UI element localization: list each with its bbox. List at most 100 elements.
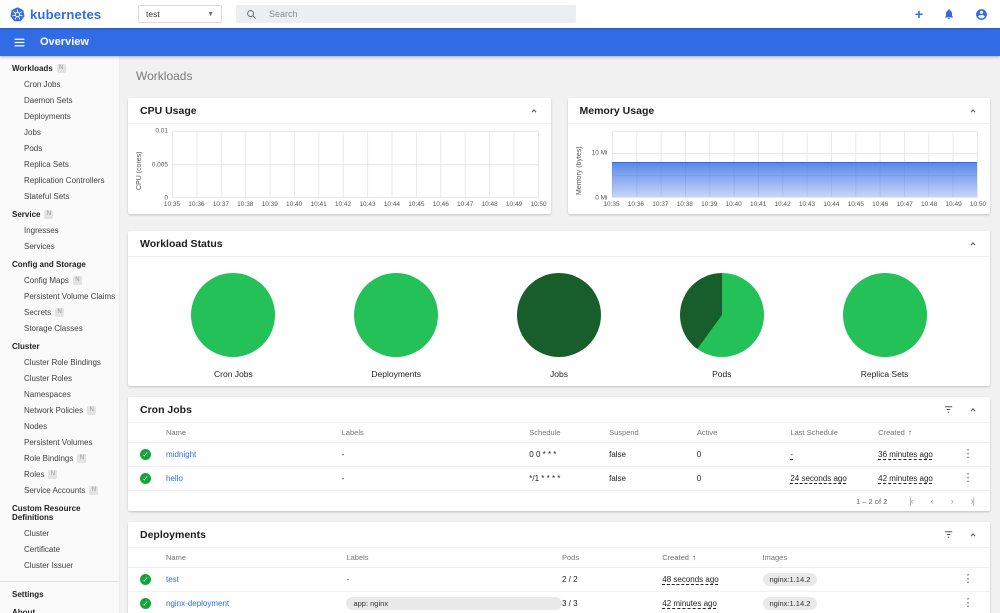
cron-job-active: 0	[696, 474, 702, 483]
x-axis-tick: 10:46	[872, 201, 889, 208]
status-ok-icon: ✓	[140, 473, 151, 484]
column-header-created[interactable]: Created ↑	[662, 553, 762, 562]
collapse-button[interactable]	[529, 106, 539, 116]
notifications-bell-button[interactable]	[943, 8, 955, 20]
x-axis-tick: 10:38	[676, 201, 693, 208]
column-header-labels[interactable]: Labels	[342, 428, 530, 437]
first-page-button[interactable]: |‹	[909, 496, 913, 506]
new-items-badge: N	[77, 454, 87, 463]
workload-status-cron-jobs: Cron Jobs	[152, 265, 315, 382]
deployments-table: Name Labels Pods Created ↑ Images ✓ test - 2 / 2 4…	[128, 548, 990, 613]
sidebar-item-settings[interactable]: Settings	[0, 585, 119, 603]
search-input[interactable]	[269, 9, 566, 19]
sidebar-nav: Workloads N Cron Jobs Daemon Sets Deployment…	[0, 56, 120, 613]
sidebar-item-daemon-sets[interactable]: Daemon Sets	[0, 93, 119, 109]
collapse-button[interactable]	[968, 405, 978, 415]
deployment-name-link[interactable]: nginx-deployment	[166, 599, 346, 608]
search-bar[interactable]	[236, 5, 576, 23]
column-header-created[interactable]: Created ↑	[878, 428, 958, 437]
sidebar-item-cron-jobs[interactable]: Cron Jobs	[0, 77, 119, 93]
sidebar-item-jobs[interactable]: Jobs	[0, 125, 119, 141]
sidebar-item-cluster-roles[interactable]: Cluster Roles	[0, 371, 119, 387]
sidebar-item-secrets[interactable]: Secrets N	[0, 305, 119, 321]
sidebar-item-replication-controllers[interactable]: Replication Controllers	[0, 173, 119, 189]
collapse-button[interactable]	[968, 239, 978, 249]
previous-page-button[interactable]: ‹	[931, 496, 934, 506]
sidebar-item-ingresses[interactable]: Ingresses	[0, 223, 119, 239]
x-axis-tick: 10:35	[603, 201, 620, 208]
workload-status-deployments: Deployments	[315, 265, 478, 382]
column-header-last-schedule[interactable]: Last Schedule	[790, 428, 878, 437]
sidebar-item-service-accounts[interactable]: Service Accounts N	[0, 483, 119, 499]
sidebar-item-pods[interactable]: Pods	[0, 141, 119, 157]
cron-job-name-link[interactable]: hello	[166, 474, 342, 483]
sidebar-item-about[interactable]: About	[0, 603, 119, 613]
column-header-name[interactable]: Name	[166, 428, 342, 437]
last-page-button[interactable]: ›|	[971, 496, 975, 506]
namespace-value: test	[146, 9, 160, 19]
column-header-labels[interactable]: Labels	[346, 553, 562, 562]
sidebar-item-cluster-issuer[interactable]: Cluster Issuer	[0, 558, 119, 574]
pie-label: Cron Jobs	[214, 369, 253, 379]
sidebar-item-storage-classes[interactable]: Storage Classes	[0, 321, 119, 337]
namespace-selector[interactable]: test ▼	[138, 5, 222, 23]
create-resource-button[interactable]: +	[915, 7, 923, 21]
user-account-button[interactable]	[975, 8, 988, 21]
workload-status-pies: Cron Jobs Deployments Jobs Pods Replica Sets	[128, 257, 990, 386]
column-header-name[interactable]: Name	[166, 553, 346, 562]
sidebar-item-deployments[interactable]: Deployments	[0, 109, 119, 125]
column-header-suspend[interactable]: Suspend	[609, 428, 697, 437]
sidebar-item-cluster[interactable]: Cluster	[0, 526, 119, 542]
brand-title: kubernetes	[30, 6, 102, 22]
sidebar-item-persistent-volumes[interactable]: Persistent Volumes	[0, 435, 119, 451]
menu-toggle-button[interactable]	[13, 36, 26, 49]
collapse-button[interactable]	[968, 106, 978, 116]
column-header-pods[interactable]: Pods	[562, 553, 662, 562]
collapse-button[interactable]	[968, 530, 978, 540]
row-actions-button[interactable]: ⋮	[958, 473, 978, 484]
row-actions-button[interactable]: ⋮	[958, 598, 978, 609]
x-axis-tick: 10:37	[652, 201, 669, 208]
pie-chart-pods	[679, 273, 764, 357]
pie-label: Pods	[712, 369, 732, 379]
column-header-active[interactable]: Active	[697, 428, 790, 437]
row-actions-button[interactable]: ⋮	[958, 574, 978, 585]
deployment-created: 48 seconds ago	[662, 575, 719, 584]
sidebar-item-label: Jobs	[24, 128, 41, 137]
x-axis-tick: 10:48	[481, 201, 498, 208]
x-axis-tick: 10:40	[725, 201, 742, 208]
cron-job-labels: -	[341, 450, 345, 459]
sidebar-item-roles[interactable]: Roles N	[0, 467, 119, 483]
pie-label: Replica Sets	[860, 369, 909, 379]
x-axis-tick: 10:46	[432, 201, 449, 208]
sidebar-item-replica-sets[interactable]: Replica Sets	[0, 157, 119, 173]
sidebar-group-service[interactable]: Service N	[0, 205, 119, 223]
sidebar-item-config-maps[interactable]: Config Maps N	[0, 273, 119, 289]
sidebar-item-role-bindings[interactable]: Role Bindings N	[0, 451, 119, 467]
sidebar-item-label: Stateful Sets	[24, 192, 70, 201]
cpu-card-header: CPU Usage	[128, 98, 551, 124]
sidebar-item-label: Roles	[24, 470, 45, 479]
deployment-name-link[interactable]: test	[166, 575, 346, 584]
content-area: Workloads CPU Usage CPU (cores) 0.01 0.0…	[120, 56, 1000, 613]
row-actions-button[interactable]: ⋮	[958, 449, 978, 460]
cron-job-name-link[interactable]: midnight	[166, 450, 342, 459]
sidebar-item-services[interactable]: Services	[0, 239, 119, 255]
sidebar-item-persistent-volume-claims[interactable]: Persistent Volume ClaimsN	[0, 289, 119, 305]
sidebar-item-nodes[interactable]: Nodes	[0, 419, 119, 435]
next-page-button[interactable]: ›	[951, 496, 954, 506]
filter-button[interactable]	[943, 404, 954, 415]
sidebar-item-certificate[interactable]: Certificate	[0, 542, 119, 558]
sidebar-item-stateful-sets[interactable]: Stateful Sets	[0, 189, 119, 205]
sidebar-item-cluster-role-bindings[interactable]: Cluster Role Bindings	[0, 355, 119, 371]
sidebar-item-namespaces[interactable]: Namespaces	[0, 387, 119, 403]
sidebar-item-network-policies[interactable]: Network Policies N	[0, 403, 119, 419]
column-header-images[interactable]: Images	[763, 553, 959, 562]
deployment-images: nginx:1.14.2	[762, 597, 959, 610]
sidebar-item-label: Config Maps	[24, 276, 69, 285]
new-items-badge: N	[48, 470, 58, 479]
sidebar-group-workloads[interactable]: Workloads N	[0, 59, 119, 77]
column-header-schedule[interactable]: Schedule	[529, 428, 609, 437]
filter-button[interactable]	[943, 529, 954, 540]
kubernetes-brand[interactable]: kubernetes	[10, 7, 122, 22]
